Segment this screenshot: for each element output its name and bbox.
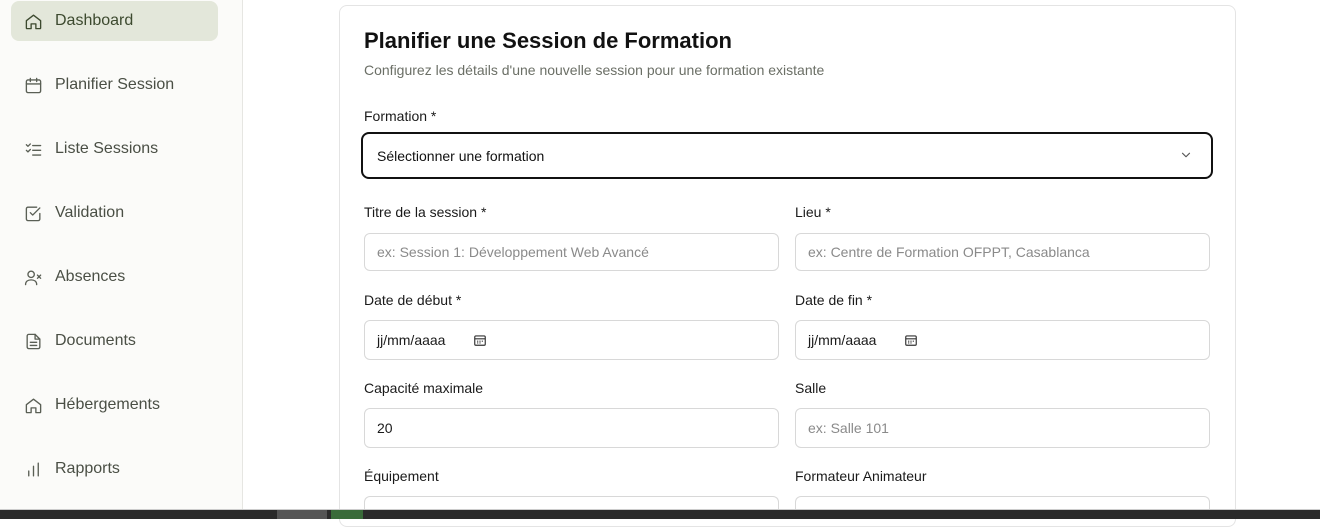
sidebar-item-documents[interactable]: Documents [11, 321, 218, 361]
sidebar-item-label: Hébergements [55, 396, 160, 413]
sidebar-item-label: Validation [55, 204, 125, 221]
check-square-icon [23, 203, 43, 223]
file-icon [23, 331, 43, 351]
list-check-icon [23, 139, 43, 159]
date-debut-value: jj/mm/aaaa [377, 332, 446, 348]
titre-label: Titre de la session * [364, 204, 487, 220]
sidebar-item-rapports[interactable]: Rapports [11, 449, 218, 489]
user-x-icon [23, 267, 43, 287]
sidebar-item-label: Documents [55, 332, 136, 349]
page-subtitle: Configurez les détails d'une nouvelle se… [364, 62, 825, 78]
sidebar-item-label: Planifier Session [55, 76, 175, 93]
salle-input[interactable] [795, 408, 1210, 448]
formateur-label: Formateur Animateur [795, 468, 927, 484]
titre-input[interactable] [364, 233, 779, 271]
sidebar: Dashboard Planifier Session Liste Sessio… [0, 0, 243, 518]
date-fin-label: Date de fin * [795, 292, 873, 308]
sidebar-item-validation[interactable]: Validation [11, 193, 218, 233]
formation-label: Formation * [364, 108, 437, 124]
equipement-label: Équipement [364, 468, 439, 484]
sidebar-item-liste-sessions[interactable]: Liste Sessions [11, 129, 218, 169]
sidebar-item-absences[interactable]: Absences [11, 257, 218, 297]
lieu-input[interactable] [795, 233, 1210, 271]
date-fin-input[interactable]: jj/mm/aaaa [795, 320, 1210, 360]
salle-label: Salle [795, 380, 827, 396]
capacite-label: Capacité maximale [364, 380, 484, 396]
chevron-down-icon [1181, 152, 1191, 158]
bar-chart-icon [23, 459, 43, 479]
capacite-input[interactable] [364, 408, 779, 448]
calendar-icon[interactable] [473, 333, 487, 347]
sidebar-item-dashboard[interactable]: Dashboard [11, 1, 218, 41]
home-icon [23, 395, 43, 415]
date-debut-input[interactable]: jj/mm/aaaa [364, 320, 779, 360]
sidebar-item-label: Liste Sessions [55, 140, 159, 157]
sidebar-item-hebergements[interactable]: Hébergements [11, 385, 218, 425]
sidebar-item-label: Absences [55, 268, 126, 285]
sidebar-item-planifier-session[interactable]: Planifier Session [11, 65, 218, 105]
formation-select[interactable]: Sélectionner une formation [361, 132, 1213, 179]
calendar-icon [23, 75, 43, 95]
home-icon [23, 11, 43, 31]
page-title: Planifier une Session de Formation [364, 28, 732, 53]
sidebar-item-label: Dashboard [55, 12, 134, 29]
formation-select-value: Sélectionner une formation [377, 147, 545, 164]
calendar-icon[interactable] [904, 333, 918, 347]
lieu-label: Lieu * [795, 204, 831, 220]
sidebar-item-label: Rapports [55, 460, 120, 477]
date-debut-label: Date de début * [364, 292, 462, 308]
date-fin-value: jj/mm/aaaa [808, 332, 877, 348]
